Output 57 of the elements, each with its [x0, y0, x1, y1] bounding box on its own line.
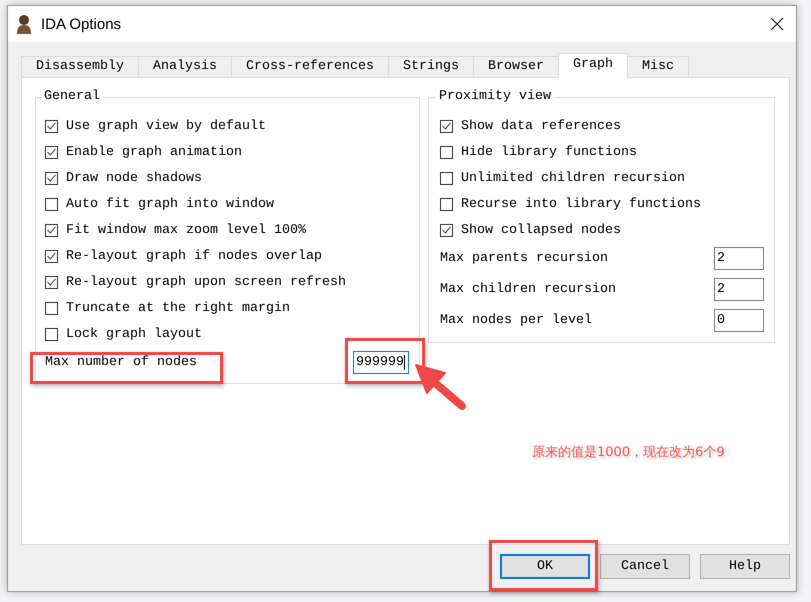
group-title: General: [43, 89, 101, 105]
tab[interactable]: Misc: [626, 56, 689, 77]
checkbox[interactable]: [45, 328, 58, 340]
dialog-button[interactable]: OK: [500, 554, 590, 579]
annotation-arrow: [414, 363, 468, 411]
field-label: Max nodes per level: [440, 313, 592, 328]
window-title: IDA Options: [41, 16, 122, 32]
close-icon[interactable]: [770, 17, 784, 31]
number-field[interactable]: 999999: [353, 350, 409, 374]
tab[interactable]: Graph: [558, 53, 628, 78]
number-field[interactable]: 2: [714, 278, 764, 301]
checkbox[interactable]: [45, 120, 58, 132]
dialog-button[interactable]: Cancel: [600, 554, 690, 579]
checkbox-label: Hide library functions: [461, 144, 637, 160]
checkbox[interactable]: [45, 276, 58, 288]
group-title: Proximity view: [438, 89, 552, 105]
checkmark-icon: [47, 174, 56, 182]
checkmark-icon: [47, 148, 56, 156]
number-field[interactable]: 0: [714, 309, 764, 332]
checkbox-label: Recurse into library functions: [461, 196, 701, 212]
checkbox-label: Use graph view by default: [66, 118, 266, 134]
checkbox-label: Auto fit graph into window: [66, 196, 274, 212]
checkmark-icon: [47, 122, 56, 130]
checkbox[interactable]: [45, 198, 58, 210]
checkbox-label: Show collapsed nodes: [461, 222, 621, 238]
annotation-note: 原来的值是1000，现在改为6个9: [532, 444, 725, 461]
checkmark-icon: [442, 226, 451, 234]
checkbox-label: Enable graph animation: [66, 144, 242, 160]
field-label: Max parents recursion: [440, 251, 608, 266]
checkbox-label: Draw node shadows: [66, 170, 202, 186]
checkbox[interactable]: [45, 302, 58, 314]
checkbox[interactable]: [440, 198, 453, 210]
checkmark-icon: [47, 252, 56, 260]
checkbox-label: Truncate at the right margin: [66, 300, 290, 316]
checkbox[interactable]: [45, 224, 58, 236]
checkbox[interactable]: [45, 146, 58, 158]
checkmark-icon: [47, 226, 56, 234]
checkmark-icon: [442, 122, 451, 130]
checkbox-label: Re-layout graph if nodes overlap: [66, 248, 322, 264]
checkbox[interactable]: [440, 224, 453, 236]
checkbox-label: Show data references: [461, 118, 621, 134]
checkbox-label: Fit window max zoom level 100%: [66, 222, 306, 238]
field-label: Max number of nodes: [45, 354, 197, 370]
dialog-button[interactable]: Help: [700, 554, 790, 579]
checkbox-label: Lock graph layout: [66, 326, 202, 342]
checkbox[interactable]: [45, 172, 58, 184]
checkbox[interactable]: [440, 120, 453, 132]
person-icon: [16, 14, 32, 34]
number-field[interactable]: 2: [714, 247, 764, 270]
field-label: Max children recursion: [440, 282, 616, 297]
checkmark-icon: [47, 278, 56, 286]
checkbox-label: Unlimited children recursion: [461, 170, 685, 186]
tab[interactable]: Disassembly: [21, 56, 139, 77]
checkbox[interactable]: [440, 172, 453, 184]
checkbox-label: Re-layout graph upon screen refresh: [66, 274, 346, 290]
checkbox[interactable]: [45, 250, 58, 262]
checkbox[interactable]: [440, 146, 453, 158]
